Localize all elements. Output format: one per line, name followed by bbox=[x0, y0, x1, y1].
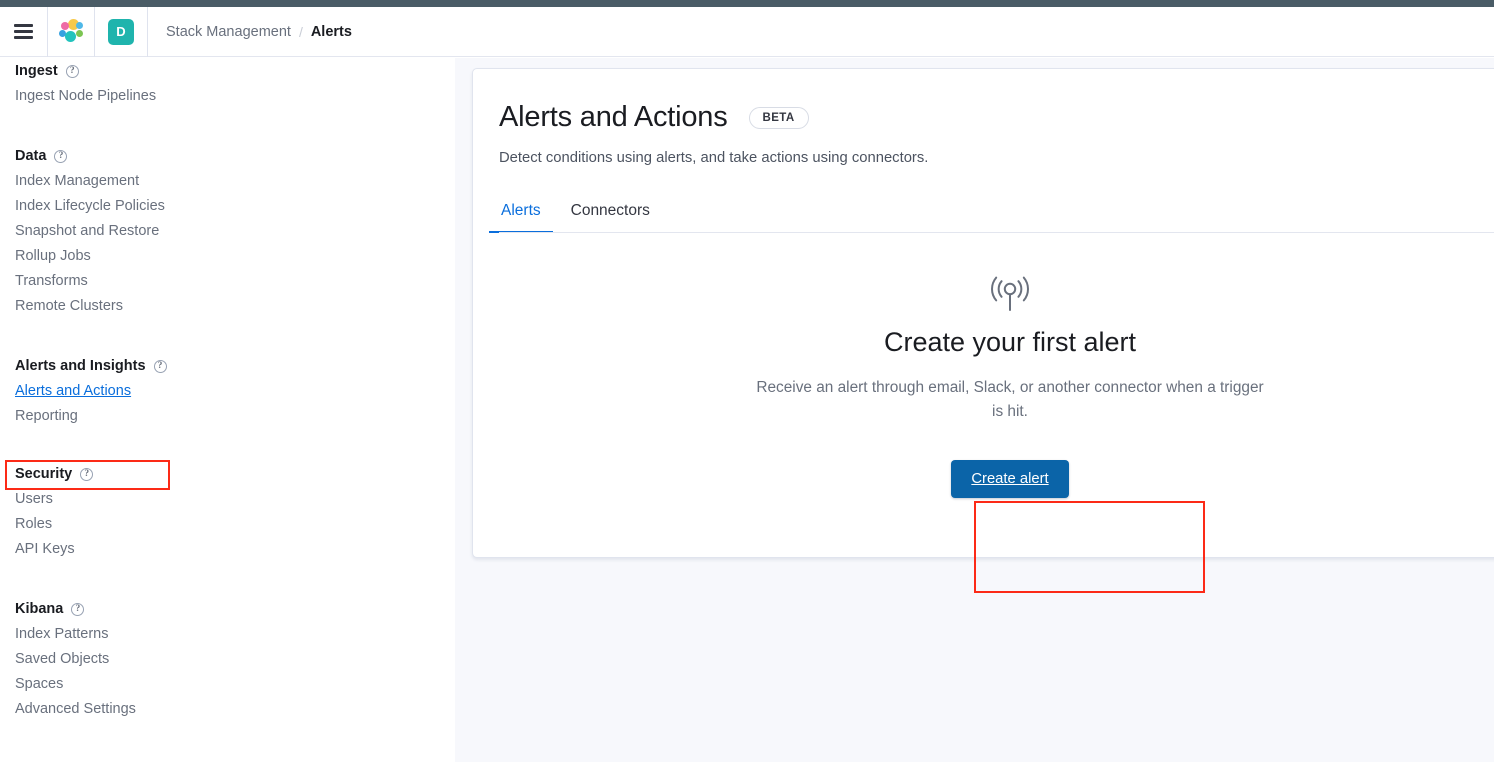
sidebar-group-label: Data bbox=[15, 148, 47, 164]
sidebar-item-index-management[interactable]: Index Management bbox=[15, 169, 455, 194]
sidebar-group-title: Security? bbox=[15, 461, 455, 487]
tab-alerts[interactable]: Alerts bbox=[489, 192, 553, 233]
sidebar-item-ingest-node-pipelines[interactable]: Ingest Node Pipelines bbox=[15, 84, 455, 109]
sidebar-nav: Ingest? Ingest Node Pipelines Data? Index M… bbox=[0, 58, 455, 762]
page-body: Ingest? Ingest Node Pipelines Data? Index M… bbox=[0, 58, 1494, 762]
sidebar-item-snapshot-and-restore[interactable]: Snapshot and Restore bbox=[15, 219, 455, 244]
empty-state-description: Receive an alert through email, Slack, o… bbox=[756, 379, 1264, 420]
question-circle-icon[interactable]: ? bbox=[153, 359, 167, 373]
question-circle-icon[interactable]: ? bbox=[80, 467, 94, 481]
sidebar-item-transforms[interactable]: Transforms bbox=[15, 269, 455, 294]
sidebar-group-ingest: Ingest? Ingest Node Pipelines bbox=[15, 58, 455, 109]
empty-state-title: Create your first alert bbox=[883, 327, 1137, 357]
beta-badge: BETA bbox=[748, 106, 809, 129]
sidebar-item-roles[interactable]: Roles bbox=[15, 512, 455, 537]
sidebar-group-spacer bbox=[15, 566, 455, 596]
sidebar-item-alerts-and-actions[interactable]: Alerts and Actions bbox=[15, 379, 455, 404]
question-circle-icon[interactable]: ? bbox=[71, 602, 85, 616]
sidebar-group-security: Security? Users Roles API Keys bbox=[15, 461, 455, 562]
broadcast-icon bbox=[991, 276, 1029, 311]
global-header: D Stack Management / Alerts bbox=[0, 6, 1494, 57]
page-title: Alerts and Actions bbox=[499, 101, 728, 133]
sidebar-group-label: Alerts and Insights bbox=[15, 358, 146, 374]
sidebar-group-alerts-and-insights: Alerts and Insights? Alerts and Actions Re… bbox=[15, 353, 455, 429]
sidebar-item-remote-clusters[interactable]: Remote Clusters bbox=[15, 294, 455, 319]
sidebar-group-label: Kibana bbox=[15, 601, 64, 617]
breadcrumb-item-alerts[interactable]: Alerts bbox=[311, 24, 352, 40]
avatar[interactable]: D bbox=[95, 6, 148, 57]
main-panel: Alerts and Actions BETA Detect condition… bbox=[472, 68, 1494, 558]
sidebar-group-kibana: Kibana? Index Patterns Saved Objects Spaces… bbox=[15, 596, 455, 722]
sidebar-group-title: Data? bbox=[15, 143, 455, 169]
elastic-logo-icon[interactable] bbox=[48, 6, 95, 57]
breadcrumb-item-stack-management[interactable]: Stack Management bbox=[166, 24, 291, 40]
hamburger-bars bbox=[14, 21, 33, 42]
breadcrumb: Stack Management / Alerts bbox=[148, 7, 352, 57]
breadcrumb-separator: / bbox=[298, 23, 303, 40]
sidebar-item-saved-objects[interactable]: Saved Objects bbox=[15, 647, 455, 672]
empty-state: Create your first alert Receive an alert… bbox=[499, 233, 1494, 498]
sidebar-item-users[interactable]: Users bbox=[15, 487, 455, 512]
sidebar-item-index-patterns[interactable]: Index Patterns bbox=[15, 622, 455, 647]
sidebar-item-index-lifecycle-policies[interactable]: Index Lifecycle Policies bbox=[15, 194, 455, 219]
sidebar-group-spacer bbox=[15, 113, 455, 143]
sidebar-item-reporting[interactable]: Reporting bbox=[15, 404, 455, 429]
sidebar-group-title: Kibana? bbox=[15, 596, 455, 622]
create-alert-button[interactable]: Create alert bbox=[951, 460, 1069, 498]
sidebar-item-spaces[interactable]: Spaces bbox=[15, 672, 455, 697]
question-circle-icon[interactable]: ? bbox=[65, 64, 79, 78]
sidebar-group-title: Alerts and Insights? bbox=[15, 353, 455, 379]
sidebar-group-spacer bbox=[15, 433, 455, 461]
elastic-logo-mark bbox=[58, 19, 84, 44]
sidebar-group-label: Ingest bbox=[15, 63, 58, 79]
sidebar-item-rollup-jobs[interactable]: Rollup Jobs bbox=[15, 244, 455, 269]
sidebar-group-spacer bbox=[15, 323, 455, 353]
page-subtitle: Detect conditions using alerts, and take… bbox=[499, 150, 929, 166]
tab-connectors[interactable]: Connectors bbox=[569, 192, 652, 233]
question-circle-icon[interactable]: ? bbox=[54, 149, 68, 163]
avatar-initial: D bbox=[108, 18, 134, 45]
sidebar-group-data: Data? Index Management Index Lifecycle Pol… bbox=[15, 143, 455, 319]
sidebar-group-title: Ingest? bbox=[15, 58, 455, 84]
sidebar-item-api-keys[interactable]: API Keys bbox=[15, 537, 455, 562]
sidebar-item-advanced-settings[interactable]: Advanced Settings bbox=[15, 697, 455, 722]
sidebar-group-label: Security bbox=[15, 466, 73, 482]
tab-bar: Alerts Connectors bbox=[489, 192, 1494, 233]
hamburger-menu-icon[interactable] bbox=[0, 6, 48, 57]
tab-bar-divider bbox=[499, 232, 1494, 233]
page-title-row: Alerts and Actions BETA bbox=[499, 101, 1494, 134]
